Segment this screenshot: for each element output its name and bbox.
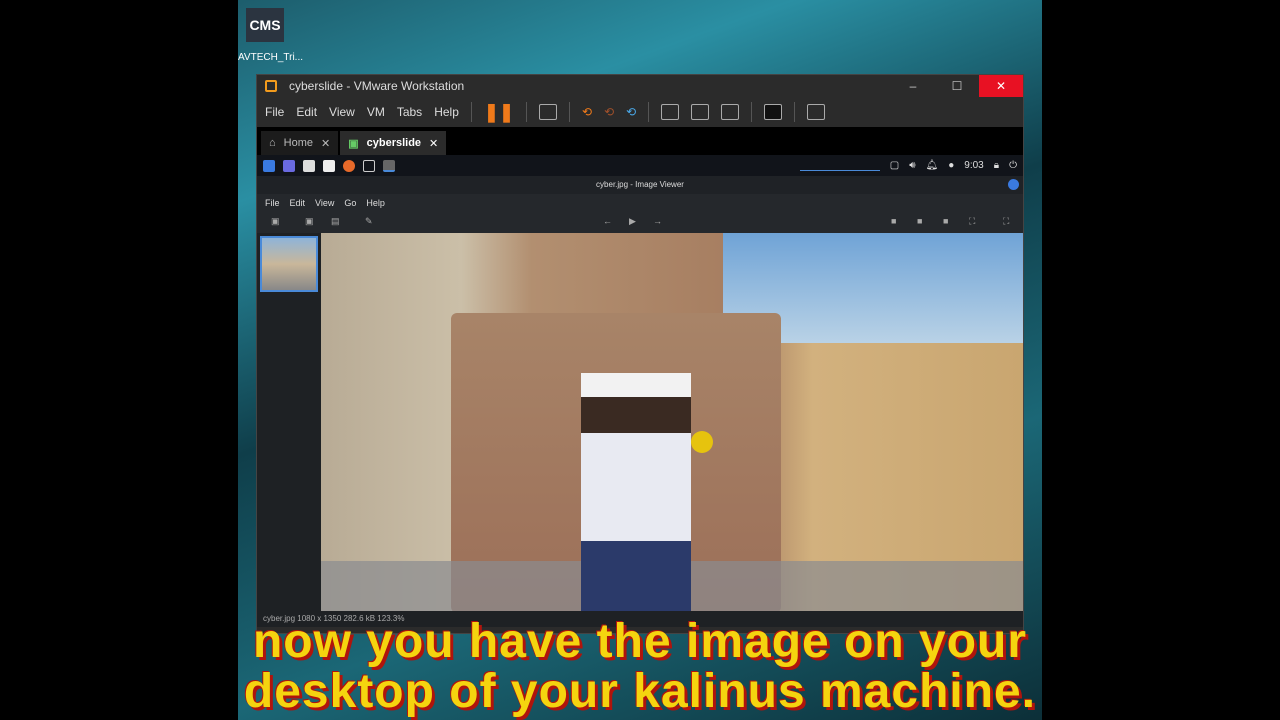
minimize-button[interactable]: – xyxy=(891,75,935,97)
window-title: cyberslide - VMware Workstation xyxy=(289,79,465,93)
fullscreen-viewer-icon[interactable]: ⛶ xyxy=(1003,216,1009,227)
tab-bar: ⌂ Home ✕ ▣ cyberslide ✕ xyxy=(257,127,1023,155)
subtitle-line-1: now you have the image on your xyxy=(252,615,1028,668)
maximize-button[interactable]: ☐ xyxy=(935,75,979,97)
home-icon: ⌂ xyxy=(269,137,276,149)
console-view-icon[interactable] xyxy=(764,104,783,120)
logout-icon[interactable]: ⏻ xyxy=(1009,160,1017,171)
snapshot-icon[interactable]: ⟲ xyxy=(582,105,592,119)
power-status-icon[interactable]: ● xyxy=(948,160,954,171)
vm-icon: ▣ xyxy=(348,137,359,150)
zoom-fit-icon[interactable]: ■ xyxy=(943,216,948,226)
tab-label: cyberslide xyxy=(366,137,422,149)
display-icon[interactable]: ▢ xyxy=(890,160,899,171)
network-graph xyxy=(799,161,880,171)
menu-vm[interactable]: VM xyxy=(367,105,385,119)
zoom-100-icon[interactable]: ⛶ xyxy=(969,216,975,227)
viewer-menu-go[interactable]: Go xyxy=(344,198,356,208)
terminal-icon[interactable] xyxy=(363,159,375,172)
snapshot-manager-icon[interactable]: ⟲ xyxy=(626,105,636,119)
open-icon[interactable]: ▣ xyxy=(271,216,280,227)
viewer-content xyxy=(257,233,1023,611)
text-editor-icon[interactable] xyxy=(323,159,335,172)
zoom-in-icon[interactable]: ■ xyxy=(891,216,896,226)
thumbnail-pane xyxy=(257,233,321,611)
viewer-menu-bar: File Edit View Go Help xyxy=(257,194,1023,211)
viewer-menu-view[interactable]: View xyxy=(315,198,334,208)
clock: 9:03 xyxy=(964,160,984,171)
viewer-title-text: cyber.jpg - Image Viewer xyxy=(596,180,684,189)
edit-icon[interactable]: ✎ xyxy=(365,216,373,227)
subtitle-line-2: desktop of your kalinus machine. xyxy=(243,665,1037,718)
menu-file[interactable]: File xyxy=(265,105,284,119)
tab-cyberslide[interactable]: ▣ cyberslide ✕ xyxy=(340,131,447,155)
mouse-cursor-highlight xyxy=(691,431,713,453)
workspace-icon[interactable] xyxy=(283,159,295,172)
next-icon[interactable]: → xyxy=(653,216,662,226)
slideshow-icon[interactable]: ▶ xyxy=(629,216,636,227)
viewer-menu-help[interactable]: Help xyxy=(366,198,385,208)
viewer-menu-file[interactable]: File xyxy=(265,198,280,208)
save-icon[interactable]: ▣ xyxy=(305,216,314,227)
file-manager-icon[interactable] xyxy=(303,159,315,172)
tab-label: Home xyxy=(283,137,313,149)
menu-tabs[interactable]: Tabs xyxy=(397,105,422,119)
cms-desktop-icon[interactable]: CMS xyxy=(246,8,284,42)
viewer-menu-edit[interactable]: Edit xyxy=(290,198,306,208)
firefox-icon[interactable] xyxy=(343,159,355,172)
revert-snapshot-icon[interactable]: ⟲ xyxy=(604,105,614,119)
kali-panel: ▢ 🔊︎ 🔔︎ ● 9:03 🔒︎ ⏻ xyxy=(257,155,1023,176)
previous-icon[interactable]: ← xyxy=(603,216,612,226)
menu-view[interactable]: View xyxy=(329,105,355,119)
menu-bar: File Edit View VM Tabs Help ❚❚ ⟲ ⟲ ⟲ xyxy=(257,97,1023,127)
kali-menu-icon[interactable] xyxy=(263,159,275,172)
thumbnail-icon[interactable] xyxy=(691,104,710,120)
viewer-close-button[interactable] xyxy=(1008,179,1019,190)
close-button[interactable]: ✕ xyxy=(979,75,1023,97)
volume-icon[interactable]: 🔊︎ xyxy=(909,160,915,171)
fullscreen-icon[interactable] xyxy=(721,104,740,120)
displayed-image xyxy=(321,233,1023,611)
tab-home[interactable]: ⌂ Home ✕ xyxy=(261,131,339,155)
delete-icon[interactable]: ▤ xyxy=(331,216,340,227)
close-tab-icon[interactable]: ✕ xyxy=(429,137,438,150)
send-keys-icon[interactable] xyxy=(539,104,558,120)
close-tab-icon[interactable]: ✕ xyxy=(321,137,330,150)
lock-icon[interactable]: 🔒︎ xyxy=(994,160,999,171)
pause-icon[interactable]: ❚❚ xyxy=(484,102,514,123)
desktop-icon-label: AVTECH_Tri... xyxy=(238,52,304,63)
library-icon[interactable] xyxy=(661,104,680,120)
viewer-toolbar: ▣ ▣ ▤ ✎ ← ▶ → ■ ■ ■ ⛶ ⛶ xyxy=(257,211,1023,233)
menu-edit[interactable]: Edit xyxy=(296,105,317,119)
menu-help[interactable]: Help xyxy=(434,105,459,119)
thumbnail-cyber-jpg[interactable] xyxy=(260,236,318,292)
vmware-logo-icon xyxy=(265,80,277,92)
zoom-out-icon[interactable]: ■ xyxy=(917,216,922,226)
stretch-icon[interactable] xyxy=(807,104,826,120)
title-bar: cyberslide - VMware Workstation – ☐ ✕ xyxy=(257,75,1023,97)
image-viewer-title: cyber.jpg - Image Viewer xyxy=(257,176,1023,194)
notification-icon[interactable]: 🔔︎ xyxy=(926,160,939,171)
vmware-window: cyberslide - VMware Workstation – ☐ ✕ Fi… xyxy=(256,74,1024,634)
image-viewer-task-icon[interactable] xyxy=(383,159,395,172)
